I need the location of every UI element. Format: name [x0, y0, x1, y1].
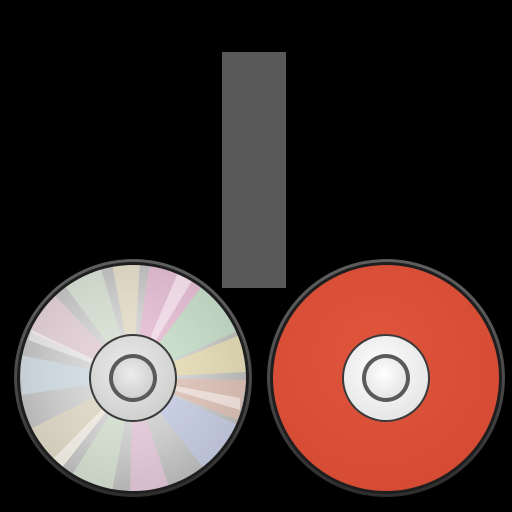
- disc-burner-graphic: [14, 52, 505, 497]
- disc-with-label-icon: [267, 259, 505, 497]
- burner-head-bar: [222, 52, 286, 288]
- cd-disc-icon: [14, 259, 252, 497]
- label-disc-center-hole: [366, 358, 406, 398]
- app-icon-canvas: [0, 0, 512, 512]
- cd-center-hole: [113, 358, 153, 398]
